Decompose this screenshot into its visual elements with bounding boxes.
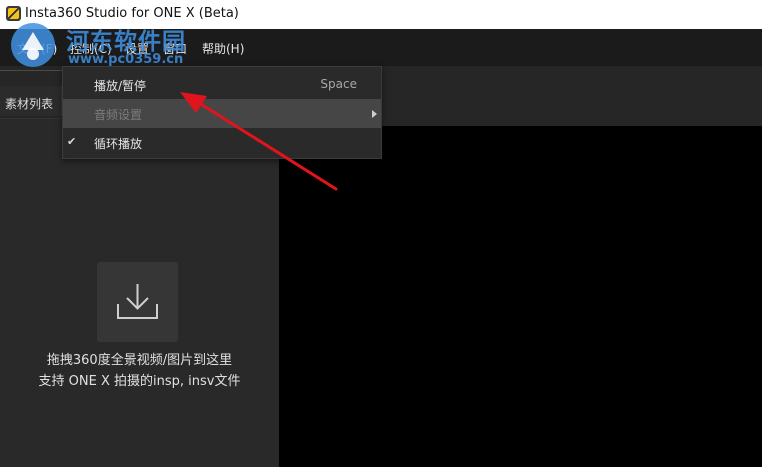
chevron-right-icon xyxy=(372,110,377,118)
download-tray-icon xyxy=(117,284,158,319)
menu-item-label: 循环播放 xyxy=(94,137,143,151)
menu-item-play-pause[interactable]: 播放/暂停 Space xyxy=(63,70,381,99)
tab-media-list-label: 素材列表 xyxy=(5,97,54,111)
app-logo-icon xyxy=(6,6,21,21)
menu-window[interactable]: 窗口 xyxy=(163,40,187,57)
import-drop-zone[interactable] xyxy=(97,262,178,342)
menu-settings[interactable]: 设置 xyxy=(125,40,149,57)
menu-item-loop-playback[interactable]: ✔ 循环播放 xyxy=(63,128,381,157)
title-bar: Insta360 Studio for ONE X (Beta) xyxy=(0,0,762,29)
menu-bar: 文件(F) 控制(C) 设置 窗口 帮助(H) xyxy=(0,29,762,66)
menu-help[interactable]: 帮助(H) xyxy=(202,40,244,57)
media-panel: 拖拽360度全景视频/图片到这里 支持 ONE X 拍摄的insp, insv文… xyxy=(0,119,279,467)
video-preview[interactable] xyxy=(279,126,762,467)
tab-media-list[interactable]: 素材列表 xyxy=(0,86,62,116)
drop-support-text: 支持 ONE X 拍摄的insp, insv文件 xyxy=(38,374,241,389)
drop-hint-text: 拖拽360度全景视频/图片到这里 xyxy=(46,353,233,368)
menu-control[interactable]: 控制(C) xyxy=(70,40,112,57)
menu-item-label: 音频设置 xyxy=(94,108,143,122)
menu-file[interactable]: 文件(F) xyxy=(17,40,57,57)
menu-item-audio-settings[interactable]: 音频设置 xyxy=(63,99,381,128)
menu-item-shortcut: Space xyxy=(320,77,357,91)
checkmark-icon: ✔ xyxy=(67,135,77,148)
control-menu-dropdown: 播放/暂停 Space 音频设置 ✔ 循环播放 xyxy=(62,66,382,159)
menu-item-label: 播放/暂停 xyxy=(94,79,147,93)
window-title: Insta360 Studio for ONE X (Beta) xyxy=(25,6,239,21)
